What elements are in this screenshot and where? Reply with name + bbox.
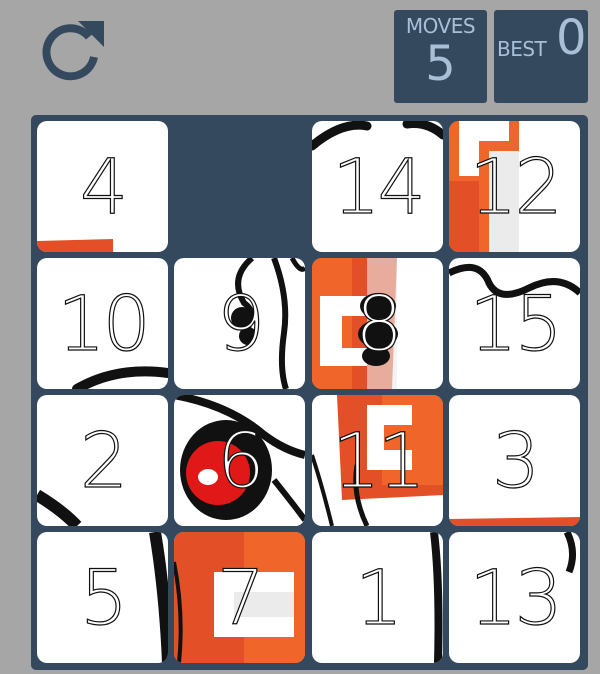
restart-button[interactable] (34, 12, 110, 88)
puzzle-tile[interactable]: 9 (174, 258, 305, 389)
tile-number: 2 (79, 415, 129, 505)
puzzle-tile[interactable]: 6 (174, 395, 305, 526)
tile-number: 10 (57, 278, 152, 368)
tile-number: 11 (332, 415, 427, 505)
moves-counter: MOVES 5 (394, 10, 487, 103)
puzzle-tile[interactable]: 8 (312, 258, 443, 389)
tile-number: 15 (469, 278, 564, 368)
tile-number: 4 (79, 141, 129, 231)
tile-number: 6 (216, 415, 266, 505)
tile-number: 1 (354, 552, 404, 642)
puzzle-tile[interactable]: 12 (449, 121, 580, 252)
tile-number: 7 (216, 552, 266, 642)
best-counter: BEST 0 (494, 10, 588, 103)
tile-number: 14 (332, 141, 427, 231)
tile-number: 9 (216, 278, 266, 368)
best-label: BEST (497, 37, 547, 61)
puzzle-tile[interactable]: 5 (37, 532, 168, 663)
moves-label: MOVES (405, 14, 476, 38)
puzzle-tile[interactable]: 14 (312, 121, 443, 252)
puzzle-tile[interactable]: 2 (37, 395, 168, 526)
moves-value: 5 (425, 36, 456, 92)
game-screen: MOVES 5 BEST 0 4 14 12 10 9 8 15 2 6 11 … (0, 0, 600, 674)
tile-number: 5 (79, 552, 129, 642)
tile-number: 8 (354, 278, 404, 368)
puzzle-tile[interactable]: 4 (37, 121, 168, 252)
puzzle-tile[interactable]: 10 (37, 258, 168, 389)
puzzle-board: 4 14 12 10 9 8 15 2 6 11 3 5 7 1 13 (31, 115, 588, 670)
tile-number: 12 (469, 141, 564, 231)
tile-number: 13 (469, 552, 564, 642)
puzzle-tile[interactable]: 1 (312, 532, 443, 663)
tile-number: 3 (491, 415, 541, 505)
best-value: 0 (556, 10, 587, 66)
puzzle-tile[interactable]: 15 (449, 258, 580, 389)
puzzle-tile[interactable]: 3 (449, 395, 580, 526)
puzzle-tile[interactable]: 13 (449, 532, 580, 663)
puzzle-tile[interactable]: 7 (174, 532, 305, 663)
puzzle-tile[interactable]: 11 (312, 395, 443, 526)
refresh-icon (42, 21, 104, 81)
